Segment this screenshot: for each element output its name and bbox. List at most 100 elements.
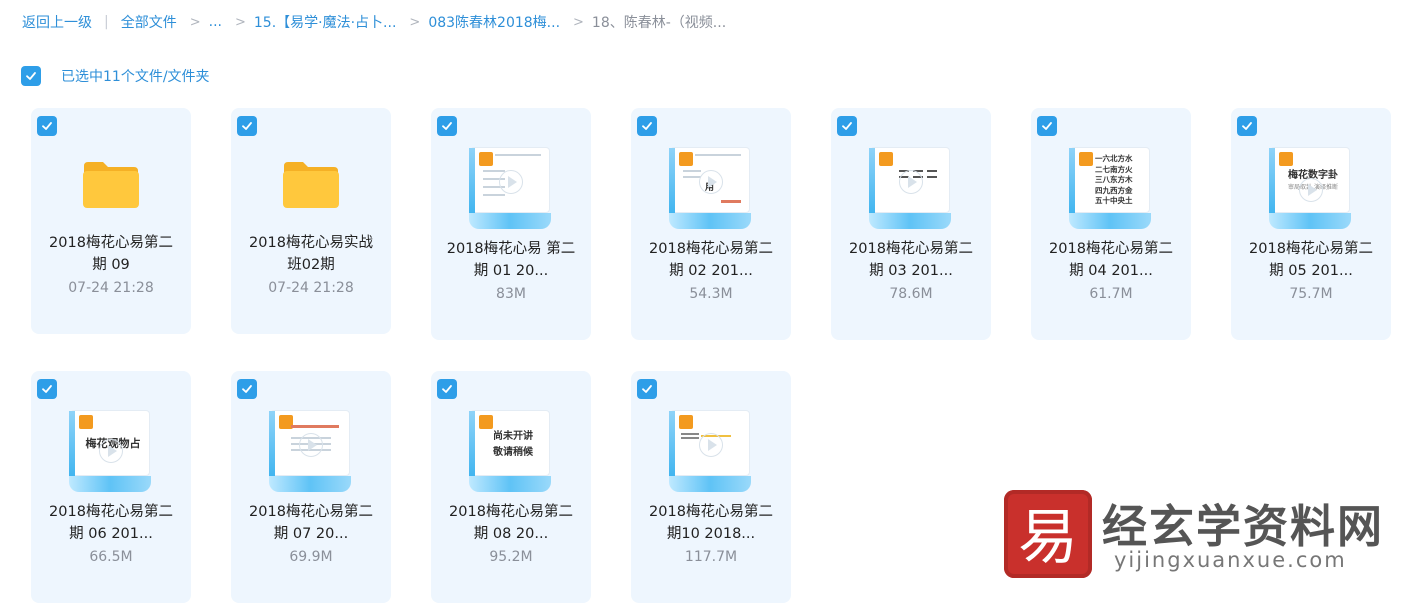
breadcrumb-separator: >	[573, 14, 584, 30]
thumb-line: 三八东方木	[1095, 175, 1133, 184]
breadcrumb-ellipsis[interactable]: ...	[209, 14, 222, 30]
check-icon	[442, 122, 452, 130]
file-checkbox[interactable]	[437, 379, 457, 399]
breadcrumb: 返回上一级 | 全部文件 > ... > 15.【易学·魔法·占卜... > 0…	[22, 11, 726, 33]
file-name: 2018梅花心易第二	[449, 504, 573, 520]
video-thumbnail	[669, 411, 751, 492]
file-checkbox[interactable]	[1037, 116, 1057, 136]
check-icon	[26, 72, 36, 80]
file-checkbox[interactable]	[237, 116, 257, 136]
file-card-video-02[interactable]: 用 2018梅花心易第二 期 02 201... 54.3M	[631, 108, 791, 340]
file-size: 66.5M	[89, 549, 133, 565]
thumb-subtitle: 敬请稍候	[493, 447, 533, 458]
play-icon	[299, 433, 323, 457]
breadcrumb-folder-15[interactable]: 15.【易学·魔法·占卜...	[254, 12, 397, 32]
file-checkbox[interactable]	[37, 116, 57, 136]
file-name: 2018梅花心易第二	[649, 241, 773, 257]
file-name: 期 05 201...	[1269, 263, 1353, 279]
file-checkbox[interactable]	[637, 116, 657, 136]
thumb-line: 四九西方金	[1095, 185, 1133, 195]
check-icon	[242, 122, 252, 130]
file-card-folder-09[interactable]: 2018梅花心易第二 期 09 07-24 21:28	[31, 108, 191, 334]
back-button[interactable]: 返回上一级	[22, 12, 92, 32]
file-name: 期 06 201...	[69, 526, 153, 542]
file-name: 期 09	[92, 257, 130, 273]
file-card-video-06[interactable]: 梅花观物占 2018梅花心易第二 期 06 201... 66.5M	[31, 371, 191, 603]
file-name: 期 08 20...	[473, 526, 549, 542]
file-card-video-10[interactable]: 2018梅花心易第二 期10 2018... 117.7M	[631, 371, 791, 603]
site-watermark: 易 经玄学资料网 yijingxuanxue.com	[1004, 488, 1394, 578]
file-checkbox[interactable]	[637, 379, 657, 399]
folder-icon	[283, 162, 339, 208]
video-thumbnail: 一六北方水 二七南方火 三八东方木 四九西方金 五十中央土	[1069, 148, 1151, 229]
file-checkbox[interactable]	[1237, 116, 1257, 136]
thumb-line: 一六北方水	[1095, 154, 1133, 163]
file-size: 78.6M	[889, 286, 933, 302]
play-icon	[499, 170, 523, 194]
video-thumbnail: 用	[669, 148, 751, 229]
file-checkbox[interactable]	[437, 116, 457, 136]
file-name: 2018梅花心易第二	[49, 235, 173, 251]
file-size: 69.9M	[289, 549, 333, 565]
file-name: 2018梅花心易第二	[849, 241, 973, 257]
check-icon	[1242, 122, 1252, 130]
select-all-row[interactable]: 已选中11个文件/文件夹	[21, 66, 210, 86]
check-icon	[1042, 122, 1052, 130]
breadcrumb-current: 18、陈春林-（视频...	[591, 15, 727, 31]
folder-icon	[83, 162, 139, 208]
thumb-line: 五十中央土	[1095, 196, 1133, 205]
seal-icon: 易	[1018, 503, 1078, 573]
file-name: 2018梅花心易第二	[649, 504, 773, 520]
file-checkbox[interactable]	[837, 116, 857, 136]
file-size: 54.3M	[689, 286, 733, 302]
file-card-video-04[interactable]: 一六北方水 二七南方火 三八东方木 四九西方金 五十中央土 2018梅花心易第二…	[1031, 108, 1191, 340]
file-name: 2018梅花心易 第二	[446, 241, 576, 257]
breadcrumb-all-files[interactable]: 全部文件	[121, 12, 177, 32]
file-checkbox[interactable]	[237, 379, 257, 399]
check-icon	[242, 385, 252, 393]
breadcrumb-folder-083[interactable]: 083陈春林2018梅...	[428, 12, 560, 32]
file-name: 期 01 20...	[473, 263, 549, 279]
breadcrumb-separator: >	[234, 14, 246, 30]
file-checkbox[interactable]	[37, 379, 57, 399]
file-browser: 返回上一级 | 全部文件 > ... > 15.【易学·魔法·占卜... > 0…	[0, 0, 1406, 606]
file-size: 75.7M	[1289, 286, 1333, 302]
file-card-video-03[interactable]: 2018梅花心易第二 期 03 201... 78.6M	[831, 108, 991, 340]
check-icon	[42, 122, 52, 130]
select-all-checkbox[interactable]	[21, 66, 41, 86]
video-thumbnail	[469, 148, 551, 229]
file-card-video-01[interactable]: 2018梅花心易 第二 期 01 20... 83M	[431, 108, 591, 340]
play-icon	[699, 170, 723, 194]
seal-logo: 易	[1004, 490, 1092, 578]
file-size: 95.2M	[489, 549, 533, 565]
file-name: 2018梅花心易第二	[1049, 241, 1173, 257]
thumb-line: 二七南方火	[1095, 164, 1133, 174]
watermark-url: yijingxuanxue.com	[1114, 548, 1347, 572]
breadcrumb-separator: >	[189, 14, 201, 30]
file-name: 期 07 20...	[273, 526, 349, 542]
play-icon	[99, 439, 123, 463]
file-name: 期 03 201...	[869, 263, 953, 279]
file-card-video-05[interactable]: 梅花数字卦 审局取卦 演绎推断 2018梅花心易第二 期 05 201... 7…	[1231, 108, 1391, 340]
video-thumbnail: 梅花观物占	[69, 411, 151, 492]
watermark-title: 经玄学资料网	[1102, 500, 1385, 553]
video-thumbnail	[869, 148, 951, 229]
video-thumbnail: 梅花数字卦 审局取卦 演绎推断	[1269, 148, 1351, 229]
file-name: 2018梅花心易第二	[1249, 241, 1373, 257]
file-name: 班02期	[287, 257, 335, 273]
file-size: 117.7M	[684, 549, 738, 565]
file-name: 期 02 201...	[669, 263, 753, 279]
play-icon	[1299, 178, 1323, 202]
play-icon	[699, 433, 723, 457]
file-card-video-08[interactable]: 尚未开讲 敬请稍候 2018梅花心易第二 期 08 20... 95.2M	[431, 371, 591, 603]
video-thumbnail	[269, 411, 351, 492]
file-card-video-07[interactable]: 2018梅花心易第二 期 07 20... 69.9M	[231, 371, 391, 603]
file-name: 期10 2018...	[666, 526, 756, 542]
file-card-folder-02[interactable]: 2018梅花心易实战 班02期 07-24 21:28	[231, 108, 391, 334]
file-date: 07-24 21:28	[68, 280, 154, 296]
file-name: 2018梅花心易实战	[249, 235, 373, 251]
check-icon	[642, 385, 652, 393]
check-icon	[42, 385, 52, 393]
check-icon	[642, 122, 652, 130]
selection-count-label: 已选中11个文件/文件夹	[61, 69, 210, 85]
